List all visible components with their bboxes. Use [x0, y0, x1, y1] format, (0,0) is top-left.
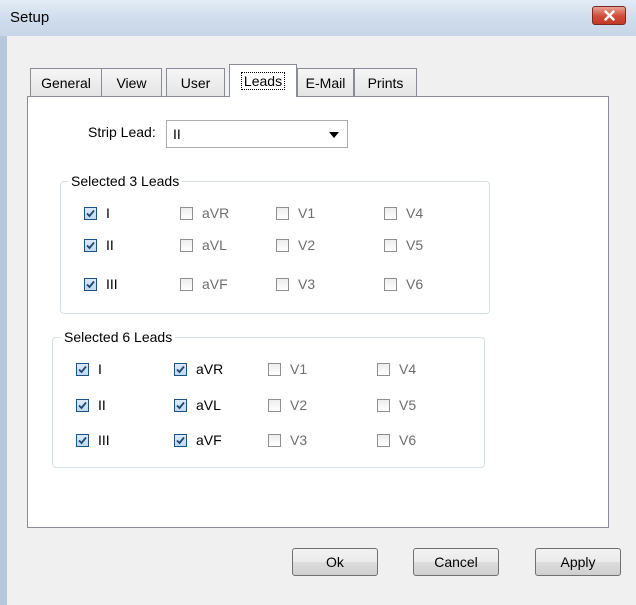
lead-checkbox-label: V6	[399, 432, 417, 448]
selected-3-leads-group	[60, 181, 490, 314]
checkbox-checked-icon	[76, 398, 89, 412]
lead-checkbox-v1[interactable]: V1	[268, 361, 307, 377]
lead-checkbox-avf[interactable]: aVF	[174, 432, 222, 448]
apply-button[interactable]: Apply	[535, 548, 621, 576]
lead-checkbox-v6[interactable]: V6	[384, 276, 423, 292]
checkbox-unchecked-icon	[180, 206, 193, 220]
lead-checkbox-label: V2	[298, 237, 316, 253]
lead-checkbox-label: aVF	[202, 276, 228, 292]
lead-checkbox-v2[interactable]: V2	[276, 237, 315, 253]
lead-checkbox-label: V1	[290, 361, 308, 377]
lead-checkbox-ii[interactable]: II	[84, 237, 114, 253]
ok-button[interactable]: Ok	[292, 548, 378, 576]
selected-6-leads-title: Selected 6 Leads	[61, 329, 176, 345]
checkbox-unchecked-icon	[180, 238, 193, 252]
checkbox-checked-icon	[174, 433, 187, 447]
checkbox-unchecked-icon	[377, 362, 390, 376]
lead-checkbox-avl[interactable]: aVL	[174, 397, 221, 413]
checkbox-unchecked-icon	[268, 362, 281, 376]
lead-checkbox-label: V4	[399, 361, 417, 377]
selected-3-leads-title: Selected 3 Leads	[68, 173, 183, 189]
lead-checkbox-label: aVR	[202, 205, 230, 221]
lead-checkbox-label: V3	[290, 432, 308, 448]
checkbox-unchecked-icon	[384, 277, 397, 291]
lead-checkbox-v4[interactable]: V4	[377, 361, 416, 377]
panel-content: Strip Lead: II Selected 3 Leads IaVR V1 V4…	[0, 0, 636, 605]
lead-checkbox-v5[interactable]: V5	[384, 237, 423, 253]
checkbox-unchecked-icon	[276, 206, 289, 220]
lead-checkbox-label: I	[106, 205, 110, 221]
lead-checkbox-v3[interactable]: V3	[276, 276, 315, 292]
checkbox-checked-icon	[174, 362, 187, 376]
checkbox-checked-icon	[84, 206, 97, 220]
lead-checkbox-v5[interactable]: V5	[377, 397, 416, 413]
checkbox-unchecked-icon	[276, 238, 289, 252]
lead-checkbox-label: I	[98, 361, 102, 377]
checkbox-unchecked-icon	[384, 238, 397, 252]
lead-checkbox-avr[interactable]: aVR	[180, 205, 229, 221]
lead-checkbox-label: V2	[290, 397, 308, 413]
lead-checkbox-v1[interactable]: V1	[276, 205, 315, 221]
apply-button-label: Apply	[560, 554, 596, 570]
lead-checkbox-label: V5	[399, 397, 417, 413]
lead-checkbox-label: aVL	[196, 397, 221, 413]
lead-checkbox-i[interactable]: I	[84, 205, 110, 221]
lead-checkbox-iii[interactable]: III	[76, 432, 110, 448]
lead-checkbox-label: II	[106, 237, 114, 253]
checkbox-checked-icon	[174, 398, 187, 412]
lead-checkbox-avr[interactable]: aVR	[174, 361, 223, 377]
lead-checkbox-avl[interactable]: aVL	[180, 237, 227, 253]
lead-checkbox-ii[interactable]: II	[76, 397, 106, 413]
ok-button-label: Ok	[326, 554, 344, 570]
lead-checkbox-avf[interactable]: aVF	[180, 276, 228, 292]
strip-lead-dropdown[interactable]: II	[166, 120, 348, 148]
lead-checkbox-label: V3	[298, 276, 316, 292]
lead-checkbox-label: III	[106, 276, 118, 292]
lead-checkbox-label: V4	[406, 205, 424, 221]
lead-checkbox-v2[interactable]: V2	[268, 397, 307, 413]
checkbox-unchecked-icon	[180, 277, 193, 291]
lead-checkbox-label: III	[98, 432, 110, 448]
lead-checkbox-label: aVF	[196, 432, 222, 448]
lead-checkbox-i[interactable]: I	[76, 361, 102, 377]
checkbox-unchecked-icon	[276, 277, 289, 291]
checkbox-unchecked-icon	[377, 398, 390, 412]
checkbox-checked-icon	[76, 433, 89, 447]
lead-checkbox-v3[interactable]: V3	[268, 432, 307, 448]
lead-checkbox-label: aVR	[196, 361, 224, 377]
strip-lead-value: II	[173, 126, 181, 142]
checkbox-checked-icon	[84, 277, 97, 291]
checkbox-checked-icon	[84, 238, 97, 252]
lead-checkbox-label: II	[98, 397, 106, 413]
strip-lead-label: Strip Lead:	[88, 124, 156, 140]
lead-checkbox-label: aVL	[202, 237, 227, 253]
lead-checkbox-v4[interactable]: V4	[384, 205, 423, 221]
checkbox-unchecked-icon	[384, 206, 397, 220]
lead-checkbox-v6[interactable]: V6	[377, 432, 416, 448]
cancel-button[interactable]: Cancel	[413, 548, 499, 576]
checkbox-unchecked-icon	[268, 398, 281, 412]
checkbox-unchecked-icon	[377, 433, 390, 447]
chevron-down-icon	[329, 132, 339, 138]
checkbox-checked-icon	[76, 362, 89, 376]
lead-checkbox-iii[interactable]: III	[84, 276, 118, 292]
lead-checkbox-label: V6	[406, 276, 424, 292]
cancel-button-label: Cancel	[434, 554, 478, 570]
lead-checkbox-label: V1	[298, 205, 316, 221]
checkbox-unchecked-icon	[268, 433, 281, 447]
lead-checkbox-label: V5	[406, 237, 424, 253]
